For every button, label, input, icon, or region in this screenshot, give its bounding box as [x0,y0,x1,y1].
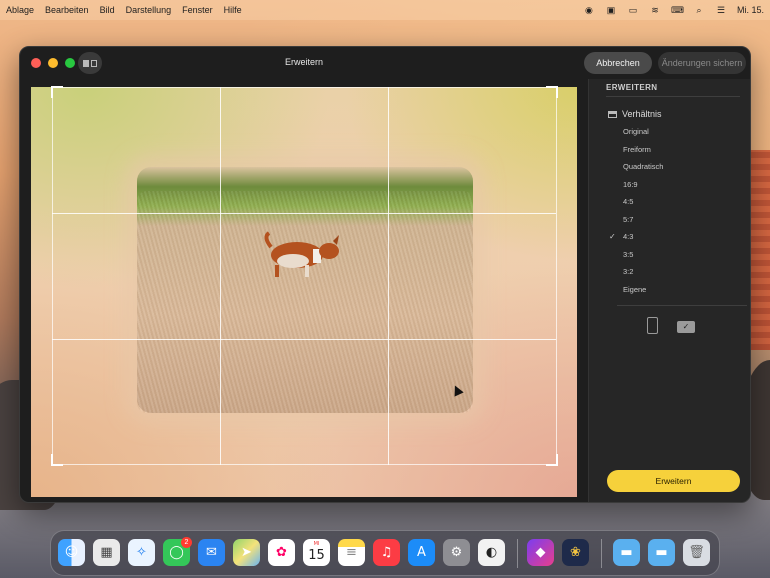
aspect-ratio-icon [608,110,617,118]
edit-canvas[interactable] [31,86,577,497]
crop-grid-line [388,87,389,465]
safari-icon[interactable]: ✧ [128,539,155,566]
divider [617,305,747,306]
menu-bearbeiten[interactable]: Bearbeiten [45,5,89,15]
menu-hilfe[interactable]: Hilfe [224,5,242,15]
menu-fenster[interactable]: Fenster [182,5,213,15]
ratio-option-original[interactable]: Original [623,127,649,136]
ratio-option-freiform[interactable]: Freiform [623,145,651,154]
ratio-option-4-3[interactable]: 4:3 [623,232,633,241]
dock-separator [517,539,518,568]
dock-separator [601,539,602,568]
menu-bild[interactable]: Bild [100,5,115,15]
ratio-option-quadratisch[interactable]: Quadratisch [623,162,663,171]
checkmark-icon: ✓ [609,232,616,241]
screen-record-icon[interactable]: ◉ [583,5,595,15]
mail-icon[interactable]: ✉ [198,539,225,566]
shortcuts-icon[interactable]: ◆ [527,539,554,566]
crop-handle-bottom-left[interactable] [51,454,63,466]
app-menu: Ablage Bearbeiten Bild Darstellung Fenst… [6,5,242,15]
ratio-header[interactable]: Verhältnis [608,109,662,119]
app-store-icon[interactable]: A [408,539,435,566]
keyboard-icon[interactable]: ⌨ [671,5,684,15]
menu-bar: Ablage Bearbeiten Bild Darstellung Fenst… [0,0,770,20]
folder-icon[interactable]: ▬ [613,539,640,566]
ratio-option-3-5[interactable]: 3:5 [623,250,633,259]
expand-window: Erweitern Abbrechen Änderungen sichern E… [19,46,751,503]
crop-grid-line [52,339,556,340]
notes-icon[interactable]: ≡ [338,539,365,566]
window-title: Erweitern [284,57,323,67]
calendar-icon[interactable]: MI 15 [303,539,330,566]
ratio-option-eigene[interactable]: Eigene [623,285,646,294]
launchpad-icon[interactable]: ▦ [93,539,120,566]
expand-button[interactable]: Erweitern [607,470,740,492]
menu-darstellung[interactable]: Darstellung [126,5,172,15]
crop-grid-line [52,213,556,214]
finder-status-icon[interactable]: ▣ [605,5,617,15]
landscape-orientation-button[interactable]: ✓ [677,321,695,333]
finder-icon[interactable]: ☺ [58,539,85,566]
menubar-clock[interactable]: Mi. 15. [737,5,764,15]
section-title: ERWEITERN [606,83,658,92]
photos-icon[interactable]: ✿ [268,539,295,566]
cancel-button[interactable]: Abbrechen [584,52,652,74]
search-icon[interactable]: ⌕ [693,5,705,15]
ratio-option-5-7[interactable]: 5:7 [623,215,633,224]
crop-frame[interactable] [52,87,557,465]
trash-icon[interactable]: 🗑 [683,539,710,566]
ratio-option-4-5[interactable]: 4:5 [623,197,633,206]
crop-handle-bottom-right[interactable] [546,454,558,466]
dock: ☺ ▦ ✧ ◯ 2 ✉ ➤ ✿ MI 15 ≡ ♫ A ⚙ ◐ ◆ ❀ ▬ ▬ … [50,530,720,576]
expand-sidebar: ERWEITERN Verhältnis Original Freiform Q… [588,79,750,502]
crop-handle-top-left[interactable] [51,86,63,98]
tes-icon[interactable]: ❀ [562,539,589,566]
control-center-icon[interactable]: ☰ [715,5,727,15]
portrait-orientation-button[interactable] [647,317,658,334]
music-icon[interactable]: ♫ [373,539,400,566]
crop-grid-line [220,87,221,465]
save-changes-button[interactable]: Änderungen sichern [658,52,746,74]
maps-icon[interactable]: ➤ [233,539,260,566]
title-bar: Erweitern Abbrechen Änderungen sichern [20,47,750,79]
calendar-month: MI [313,541,320,547]
camo-icon[interactable]: ◐ [478,539,505,566]
messages-badge: 2 [181,537,192,548]
ratio-option-16-9[interactable]: 16:9 [623,180,638,189]
wifi-icon[interactable]: ≋ [649,5,661,15]
system-settings-icon[interactable]: ⚙ [443,539,470,566]
crop-handle-top-right[interactable] [546,86,558,98]
divider [606,96,740,97]
ratio-title: Verhältnis [622,109,662,119]
ratio-option-3-2[interactable]: 3:2 [623,267,633,276]
downloads-folder-icon[interactable]: ▬ [648,539,675,566]
menu-ablage[interactable]: Ablage [6,5,34,15]
status-area: ◉ ▣ ▭ ≋ ⌨ ⌕ ☰ Mi. 15. [583,5,764,15]
calendar-day: 15 [308,548,325,563]
battery-icon[interactable]: ▭ [627,5,639,15]
